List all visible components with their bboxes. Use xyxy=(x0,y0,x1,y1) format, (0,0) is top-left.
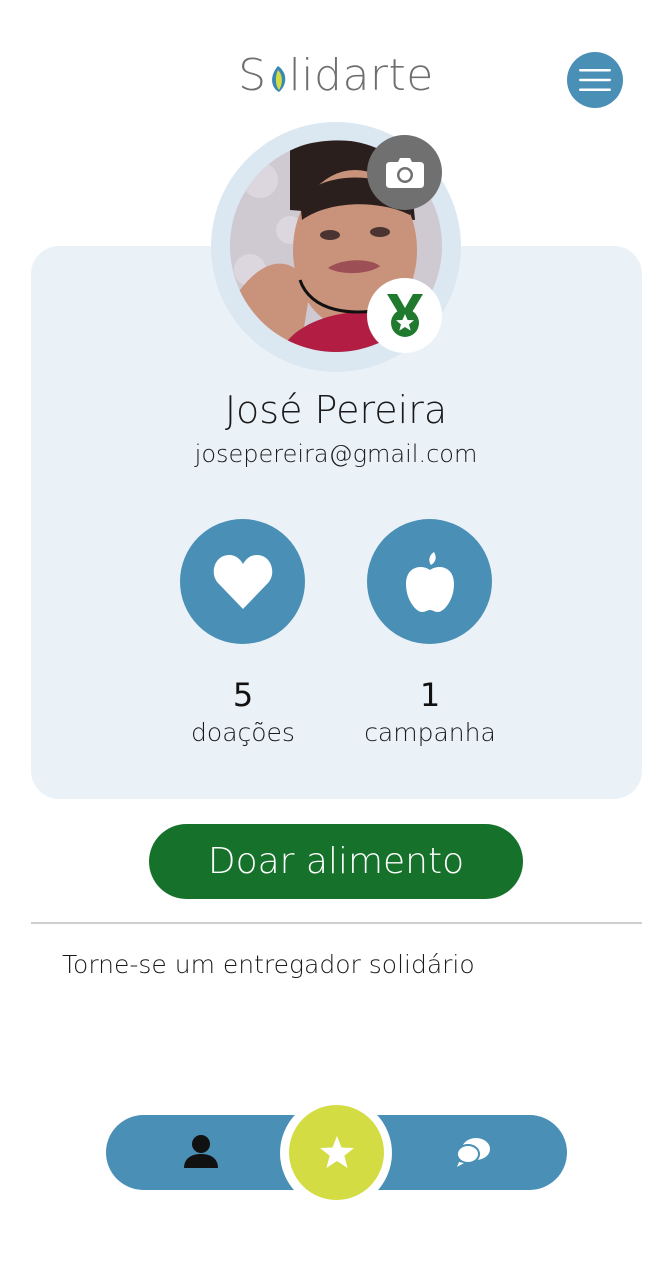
chat-icon xyxy=(456,1138,490,1167)
heart-icon xyxy=(213,554,272,609)
profile-icon xyxy=(184,1135,218,1168)
logo-text-start: S xyxy=(238,50,267,101)
logo-leaf-icon xyxy=(271,66,285,92)
user-name: José Pereira xyxy=(224,388,448,432)
nav-favorites-button[interactable] xyxy=(289,1105,384,1200)
donate-food-button[interactable]: Doar alimento xyxy=(149,824,523,899)
campaigns-label: campanha xyxy=(364,718,496,747)
divider xyxy=(31,922,642,924)
apple-icon xyxy=(405,551,454,612)
hamburger-icon xyxy=(579,69,611,91)
campaigns-stat-button[interactable] xyxy=(367,519,492,644)
medal-badge xyxy=(367,278,442,353)
camera-icon xyxy=(385,157,424,188)
donations-count: 5 xyxy=(232,676,254,714)
donations-label: doações xyxy=(191,718,295,747)
user-email: josepereira@gmail.com xyxy=(194,440,478,468)
donations-stat-button[interactable] xyxy=(180,519,305,644)
become-courier-link[interactable]: Torne-se um entregador solidário xyxy=(62,950,475,979)
change-photo-button[interactable] xyxy=(367,135,442,210)
menu-button[interactable] xyxy=(567,52,623,108)
star-icon xyxy=(319,1135,354,1168)
medal-icon xyxy=(386,293,423,337)
nav-profile-button[interactable] xyxy=(180,1130,222,1172)
nav-chat-button[interactable] xyxy=(452,1132,494,1172)
campaigns-count: 1 xyxy=(419,676,441,714)
logo-text-end: lidarte xyxy=(288,50,434,101)
